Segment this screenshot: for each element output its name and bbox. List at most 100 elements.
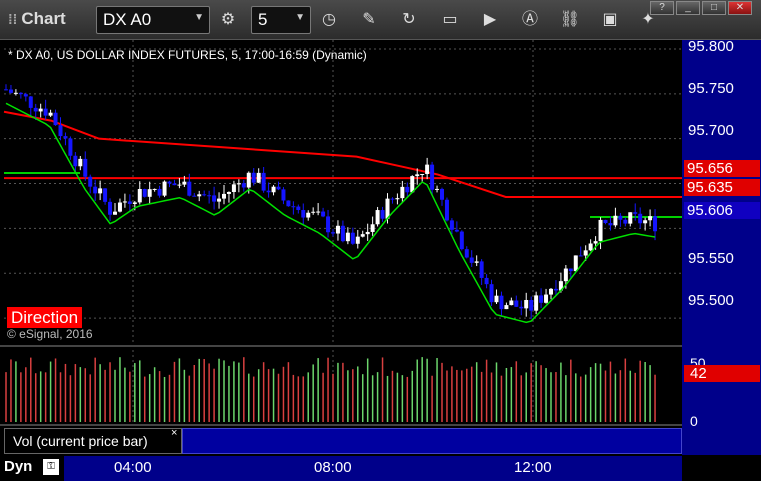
lock-icon[interactable]: ⚿ — [43, 459, 59, 475]
settings-gear-icon[interactable]: ⚙ — [216, 8, 240, 32]
candle-body — [18, 92, 23, 95]
pencil-icon[interactable]: ✎ — [357, 8, 381, 32]
candle-body — [152, 188, 157, 190]
candle-body — [479, 261, 484, 278]
candle-body — [236, 183, 241, 185]
chart-toolbar: ⁞⁞ Chart DX A0 ▼ ⚙ 5 ▼ ◷ ✎ ↻ ▭ ▶ Ⓐ ⛓ ▣ ✦ ? … — [0, 0, 761, 40]
candle-body — [197, 194, 202, 197]
candle-body — [172, 183, 177, 186]
candle-body — [177, 184, 182, 186]
candle-body — [301, 210, 306, 218]
help-button[interactable]: ? — [650, 1, 674, 15]
candle-body — [127, 201, 132, 204]
candle-body — [345, 232, 350, 242]
candle-body — [73, 155, 78, 167]
candle-body — [400, 186, 405, 199]
candle-body — [13, 92, 18, 94]
candle-body — [425, 164, 430, 175]
candle-body — [415, 174, 420, 177]
candle-body — [340, 225, 345, 242]
play-icon[interactable]: ▶ — [478, 8, 502, 32]
candle-body — [598, 219, 603, 242]
candle-body — [311, 211, 316, 213]
candle-body — [28, 96, 33, 108]
close-button[interactable]: ✕ — [728, 1, 752, 15]
candle-body — [613, 215, 618, 226]
candle-body — [132, 202, 137, 204]
maximize-button[interactable]: □ — [702, 1, 726, 15]
candle-body — [53, 112, 58, 126]
volume-current-marker: 42 — [684, 365, 760, 382]
chevron-down-icon[interactable]: ▼ — [194, 12, 204, 23]
candle-body — [98, 188, 103, 194]
candle-body — [484, 277, 489, 285]
candle-body — [38, 108, 43, 112]
candle-body — [588, 243, 593, 251]
candle-body — [68, 138, 73, 156]
candle-body — [544, 294, 549, 303]
candle-body — [494, 295, 499, 303]
candle-body — [499, 295, 504, 310]
candle-body — [638, 213, 643, 224]
candle-body — [162, 181, 167, 196]
minimize-button[interactable]: _ — [676, 1, 700, 15]
candle-body — [88, 176, 93, 187]
grip-icon[interactable]: ⁞⁞ — [8, 11, 17, 27]
chart-title: ⁞⁞ Chart — [8, 9, 66, 29]
symbol-input[interactable]: DX A0 ▼ — [96, 6, 210, 34]
candle-body — [326, 216, 331, 233]
get-icon[interactable]: ▭ — [438, 8, 462, 32]
candle-body — [380, 210, 385, 219]
dynamic-label[interactable]: Dyn — [4, 458, 32, 475]
candle-body — [628, 212, 633, 224]
candle-body — [217, 198, 222, 202]
copyright-text: © eSignal, 2016 — [7, 327, 93, 341]
candle-body — [157, 188, 162, 196]
interval-input[interactable]: 5 ▼ — [251, 6, 311, 34]
candle-body — [296, 206, 301, 211]
candle-body — [355, 236, 360, 244]
candle-body — [474, 261, 479, 263]
candle-body — [563, 268, 568, 282]
candle-body — [122, 201, 127, 203]
time-axis[interactable] — [64, 456, 682, 481]
clock-icon[interactable]: ◷ — [317, 8, 341, 32]
candle-body — [350, 232, 355, 244]
alert-icon[interactable]: Ⓐ — [518, 8, 542, 32]
candle-body — [78, 158, 83, 167]
link-icon[interactable]: ⛓ — [558, 8, 582, 32]
close-icon[interactable]: × — [171, 427, 177, 439]
y-tick-label: 95.800 — [688, 38, 734, 55]
candle-body — [192, 195, 197, 197]
candle-body — [117, 202, 122, 212]
comment-icon[interactable]: ▣ — [598, 8, 622, 32]
candle-body — [256, 172, 261, 183]
candle-body — [207, 195, 212, 197]
candle-body — [331, 232, 335, 234]
price-chart[interactable] — [0, 0, 761, 481]
candle-body — [266, 190, 271, 193]
candle-body — [137, 189, 142, 203]
candle-body — [504, 305, 509, 310]
volume-study-bar — [182, 428, 682, 454]
volume-study-label[interactable]: Vol (current price bar) — [4, 428, 182, 454]
candle-body — [83, 158, 88, 177]
candle-body — [390, 198, 395, 200]
interval-value: 5 — [258, 10, 268, 29]
y-tick-label: 95.750 — [688, 80, 734, 97]
candle-body — [281, 189, 286, 201]
chevron-down-icon[interactable]: ▼ — [295, 12, 305, 23]
candle-body — [93, 186, 98, 194]
refresh-icon[interactable]: ↻ — [397, 8, 421, 32]
candle-body — [509, 300, 514, 306]
candle-body — [395, 198, 400, 200]
candle-body — [108, 201, 113, 215]
candle-body — [8, 89, 13, 93]
x-tick-label: 12:00 — [514, 459, 552, 476]
candle-body — [514, 300, 519, 307]
y-tick-label: 95.700 — [688, 122, 734, 139]
candle-body — [454, 229, 459, 232]
candle-body — [261, 172, 266, 191]
candle-body — [365, 231, 370, 235]
candle-body — [276, 186, 281, 190]
